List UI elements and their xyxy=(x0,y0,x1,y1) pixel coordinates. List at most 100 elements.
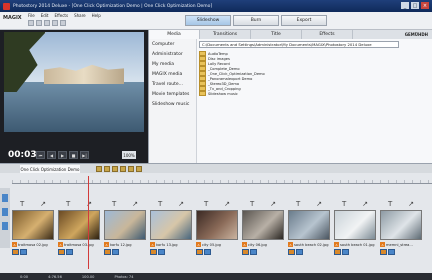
clip[interactable]: T ↗ Akorfu 12.jpg xyxy=(104,198,146,263)
zoom-select[interactable]: 100% xyxy=(122,151,136,159)
rotate-icon[interactable] xyxy=(128,166,134,172)
duration-icon[interactable] xyxy=(388,249,395,255)
clip-thumbnail[interactable] xyxy=(380,210,422,240)
duration-icon[interactable] xyxy=(158,249,165,255)
duration-icon[interactable] xyxy=(112,249,119,255)
sidebar-item-slideshow-music[interactable]: Slideshow music xyxy=(149,99,196,109)
clip[interactable]: T ↗ Amemni_strea... xyxy=(380,198,422,263)
clip[interactable]: T ↗ Acity 05.jpg xyxy=(196,198,238,263)
slideshow-button[interactable]: Slideshow xyxy=(185,15,231,26)
sidebar-item-movie-templates[interactable]: Movie templates xyxy=(149,89,196,99)
effect-icon[interactable] xyxy=(58,249,65,255)
transition-icon[interactable]: ↗ xyxy=(224,200,230,208)
tab-effects[interactable]: Effects xyxy=(302,30,353,39)
effect-icon[interactable] xyxy=(334,249,341,255)
maximize-icon[interactable]: □ xyxy=(411,2,419,9)
tab-title[interactable]: Title xyxy=(251,30,302,39)
export-button[interactable]: Export xyxy=(281,15,327,26)
duration-icon[interactable] xyxy=(20,249,27,255)
title-icon[interactable]: T xyxy=(158,200,162,208)
menu-file[interactable]: File xyxy=(28,13,35,18)
title-icon[interactable]: T xyxy=(250,200,254,208)
close-icon[interactable]: × xyxy=(421,2,429,9)
effect-icon[interactable] xyxy=(196,249,203,255)
redo-icon[interactable] xyxy=(60,20,66,26)
delete-icon[interactable] xyxy=(120,166,126,172)
prev-icon[interactable]: ◀ xyxy=(47,151,56,159)
storyboard-view-icon[interactable] xyxy=(2,194,8,202)
effect-icon[interactable] xyxy=(104,249,111,255)
clip-thumbnail[interactable] xyxy=(150,210,192,240)
clip[interactable]: T ↗ Akorfu 13.jpg xyxy=(150,198,192,263)
paste-icon[interactable] xyxy=(112,166,118,172)
duration-icon[interactable] xyxy=(66,249,73,255)
copy-icon[interactable] xyxy=(104,166,110,172)
go-start-icon[interactable]: ⏮ xyxy=(36,151,45,159)
effect-icon[interactable] xyxy=(12,249,19,255)
storyboard-tab[interactable]: One Click Optimization Demo xyxy=(20,165,80,173)
effect-icon[interactable] xyxy=(288,249,295,255)
clip-thumbnail[interactable] xyxy=(104,210,146,240)
clip[interactable]: T ↗ Asouth beach 02.jpg xyxy=(288,198,330,263)
title-icon[interactable]: T xyxy=(66,200,70,208)
title-icon[interactable]: T xyxy=(20,200,24,208)
folder-icon[interactable] xyxy=(136,166,142,172)
clip-thumbnail[interactable] xyxy=(288,210,330,240)
sidebar-item-magix-media[interactable]: MAGIX media xyxy=(149,69,196,79)
burn-button[interactable]: Burn xyxy=(233,15,279,26)
next-icon[interactable]: ▶| xyxy=(80,151,89,159)
clip-thumbnail[interactable] xyxy=(12,210,54,240)
transition-icon[interactable]: ↗ xyxy=(40,200,46,208)
list-item[interactable]: Slideshow music xyxy=(199,91,319,96)
tab-media[interactable]: Media xyxy=(149,30,200,39)
playhead[interactable] xyxy=(88,176,89,269)
transition-icon[interactable]: ↗ xyxy=(132,200,138,208)
play-icon[interactable]: ▶ xyxy=(58,151,67,159)
menu-effects[interactable]: Effects xyxy=(54,13,68,18)
transition-icon[interactable]: ↗ xyxy=(362,200,368,208)
title-icon[interactable]: T xyxy=(112,200,116,208)
clip[interactable]: T ↗ Asouth beach 01.jpg xyxy=(334,198,376,263)
sidebar-item-administrator[interactable]: Administrator xyxy=(149,49,196,59)
undo-icon[interactable] xyxy=(52,20,58,26)
duration-icon[interactable] xyxy=(342,249,349,255)
effect-icon[interactable] xyxy=(150,249,157,255)
title-icon[interactable]: T xyxy=(342,200,346,208)
path-field[interactable]: C:\Documents and Settings\Administrator\… xyxy=(199,41,399,48)
overview-icon[interactable] xyxy=(2,222,8,230)
menu-share[interactable]: Share xyxy=(74,13,86,18)
open-icon[interactable] xyxy=(36,20,42,26)
sidebar-item-my-media[interactable]: My media xyxy=(149,59,196,69)
clip-thumbnail[interactable] xyxy=(58,210,100,240)
save-icon[interactable] xyxy=(44,20,50,26)
title-icon[interactable]: T xyxy=(296,200,300,208)
clip-thumbnail[interactable] xyxy=(334,210,376,240)
clip-thumbnail[interactable] xyxy=(196,210,238,240)
sidebar-item-computer[interactable]: Computer xyxy=(149,39,196,49)
transition-icon[interactable]: ↗ xyxy=(178,200,184,208)
timeline-view-icon[interactable] xyxy=(2,208,8,216)
duration-icon[interactable] xyxy=(250,249,257,255)
cut-icon[interactable] xyxy=(96,166,102,172)
tab-transitions[interactable]: Transitions xyxy=(200,30,251,39)
menu-help[interactable]: Help xyxy=(92,13,101,18)
new-icon[interactable] xyxy=(28,20,34,26)
transition-icon[interactable]: ↗ xyxy=(408,200,414,208)
clip[interactable]: T ↗ Acity 06.jpg xyxy=(242,198,284,263)
clip[interactable]: T ↗ Atraitmosa 02.jpg xyxy=(12,198,54,263)
title-icon[interactable]: T xyxy=(204,200,208,208)
effect-icon[interactable] xyxy=(380,249,387,255)
duration-icon[interactable] xyxy=(296,249,303,255)
transition-icon[interactable]: ↗ xyxy=(270,200,276,208)
transition-icon[interactable]: ↗ xyxy=(316,200,322,208)
clip-thumbnail[interactable] xyxy=(242,210,284,240)
duration-icon[interactable] xyxy=(204,249,211,255)
title-icon[interactable]: T xyxy=(388,200,392,208)
stop-icon[interactable]: ■ xyxy=(69,151,78,159)
effect-icon[interactable] xyxy=(242,249,249,255)
clip[interactable]: T ↗ Atraitmosa 03.jpg xyxy=(58,198,100,263)
minimize-icon[interactable]: _ xyxy=(401,2,409,9)
timeline-ruler[interactable] xyxy=(12,180,432,184)
menu-edit[interactable]: Edit xyxy=(41,13,49,18)
sidebar-item-travel-route[interactable]: Travel route... xyxy=(149,79,196,89)
